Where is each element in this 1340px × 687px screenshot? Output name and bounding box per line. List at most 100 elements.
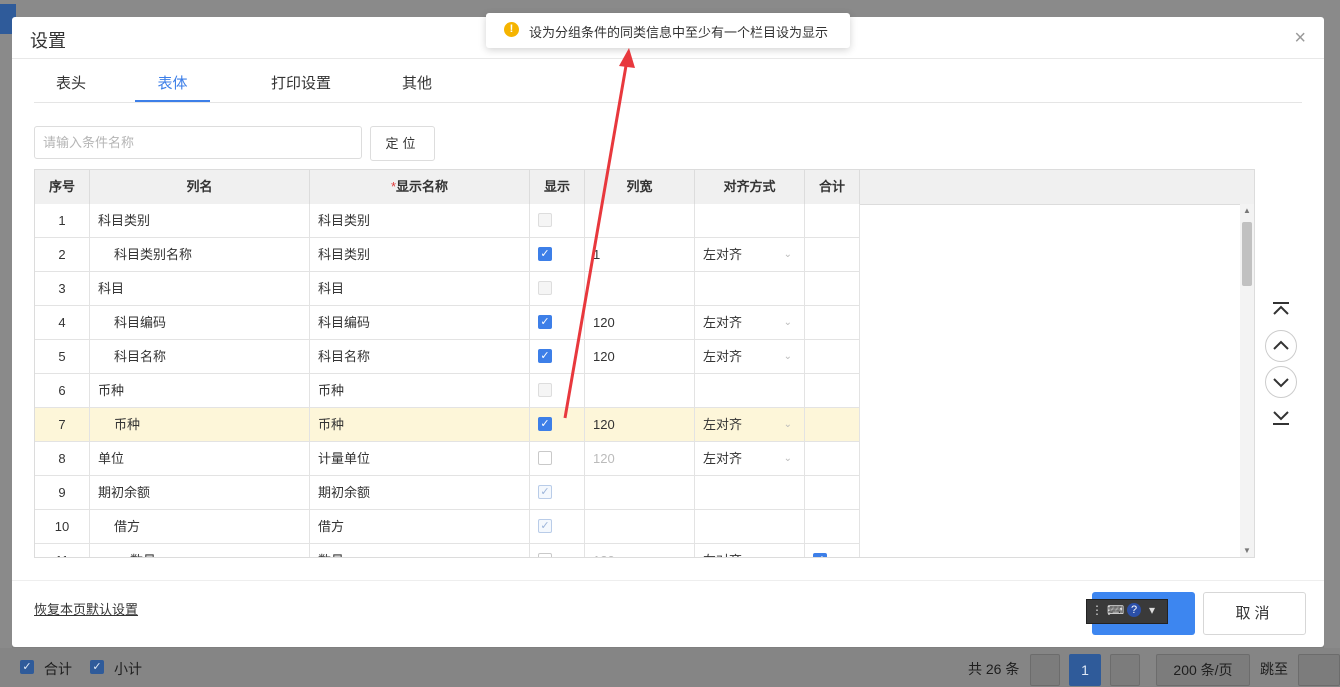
cell-sum	[805, 272, 860, 305]
cell-display-name[interactable]: 科目名称	[310, 340, 530, 373]
cell-align-select[interactable]	[695, 374, 805, 407]
chevron-down-icon: ⌄	[784, 544, 792, 557]
page-number-current[interactable]: 1	[1069, 654, 1101, 686]
cancel-button[interactable]: 取消	[1203, 592, 1306, 635]
help-icon[interactable]: ?	[1127, 603, 1141, 617]
jump-label: 跳至	[1260, 661, 1288, 677]
cell-display-name[interactable]: 币种	[310, 408, 530, 441]
align-value: 左对齐	[703, 451, 743, 466]
restore-defaults-link[interactable]: 恢复本页默认设置	[34, 599, 138, 618]
page-size-select[interactable]: 200 条/页	[1156, 654, 1250, 686]
scroll-down-icon[interactable]: ▼	[1243, 546, 1251, 555]
cell-width[interactable]	[585, 204, 695, 237]
move-up-icon[interactable]	[1265, 330, 1297, 362]
cell-align-select[interactable]	[695, 204, 805, 237]
ime-toolbar[interactable]: ⋮⋮ ⌨ ? ▾	[1086, 599, 1168, 624]
cell-display-name[interactable]: 科目	[310, 272, 530, 305]
table-row[interactable]: 7 币种 币种 ✓ 120 左对齐 ⌄	[35, 408, 860, 442]
cell-align-select[interactable]: 左对齐 ⌄	[695, 544, 805, 557]
table-scrollbar[interactable]: ▲ ▼	[1240, 204, 1254, 557]
table-row[interactable]: 10 借方 借方 ✓	[35, 510, 860, 544]
cell-align-select[interactable]: 左对齐 ⌄	[695, 442, 805, 475]
show-checkbox[interactable]	[538, 383, 552, 397]
search-input[interactable]	[34, 126, 362, 159]
show-checkbox[interactable]: ✓	[538, 247, 552, 261]
table-row[interactable]: 11数量数量120左对齐⌄✓	[35, 544, 860, 557]
cell-width[interactable]	[585, 272, 695, 305]
jump-page-input[interactable]	[1298, 654, 1340, 686]
next-page-button[interactable]	[1110, 654, 1140, 686]
cell-align-select[interactable]: 左对齐 ⌄	[695, 340, 805, 373]
cell-align-select[interactable]	[695, 476, 805, 509]
prev-page-button[interactable]	[1030, 654, 1060, 686]
move-to-bottom-icon[interactable]	[1265, 402, 1297, 434]
keyboard-icon[interactable]: ⌨	[1107, 603, 1124, 617]
locate-button[interactable]: 定位	[370, 126, 435, 161]
cell-width[interactable]: 120	[585, 340, 695, 373]
show-checkbox[interactable]	[538, 451, 552, 465]
tab-body[interactable]: 表体	[135, 67, 210, 102]
cell-show	[530, 272, 585, 305]
table-row[interactable]: 9 期初余额 期初余额 ✓	[35, 476, 860, 510]
cell-seq: 6	[35, 374, 90, 407]
move-down-icon[interactable]	[1265, 366, 1297, 398]
table-row[interactable]: 5 科目名称 科目名称 ✓ 120 左对齐 ⌄	[35, 340, 860, 374]
show-checkbox[interactable]: ✓	[538, 315, 552, 329]
cell-align-select[interactable]	[695, 272, 805, 305]
scrollbar-thumb[interactable]	[1242, 222, 1252, 286]
show-checkbox[interactable]	[538, 213, 552, 227]
cell-display-name[interactable]: 科目类别	[310, 204, 530, 237]
cell-seq: 11	[35, 544, 90, 557]
cell-width[interactable]: 120	[585, 306, 695, 339]
show-checkbox[interactable]	[538, 281, 552, 295]
table-row[interactable]: 4 科目编码 科目编码 ✓ 120 左对齐 ⌄	[35, 306, 860, 340]
tab-print-settings[interactable]: 打印设置	[254, 67, 348, 101]
cell-width[interactable]: 1	[585, 238, 695, 271]
cell-seq: 8	[35, 442, 90, 475]
table-row[interactable]: 8 单位 计量单位 120 左对齐 ⌄	[35, 442, 860, 476]
scroll-up-icon[interactable]: ▲	[1243, 206, 1251, 215]
cell-align-select[interactable]: 左对齐 ⌄	[695, 306, 805, 339]
table-row[interactable]: 3 科目 科目	[35, 272, 860, 306]
close-icon[interactable]: ×	[1294, 27, 1306, 50]
cell-width[interactable]	[585, 510, 695, 543]
table-row[interactable]: 1 科目类别 科目类别	[35, 204, 860, 238]
cell-show: ✓	[530, 340, 585, 373]
cell-display-name[interactable]: 借方	[310, 510, 530, 543]
move-to-top-icon[interactable]	[1265, 294, 1297, 326]
show-checkbox[interactable]: ✓	[538, 417, 552, 431]
table-row[interactable]: 6 币种 币种	[35, 374, 860, 408]
cell-display-name[interactable]: 科目类别	[310, 238, 530, 271]
tab-header[interactable]: 表头	[34, 67, 108, 101]
tab-bar: 表头 表体 打印设置 其他	[34, 67, 1302, 103]
show-checkbox[interactable]: ✓	[538, 485, 552, 499]
cell-display-name[interactable]: 币种	[310, 374, 530, 407]
subtotal-checkbox[interactable]: ✓	[90, 660, 104, 674]
tab-other[interactable]: 其他	[381, 67, 453, 101]
warning-icon: !	[504, 22, 519, 37]
show-checkbox[interactable]	[538, 553, 552, 557]
cell-display-name[interactable]: 计量单位	[310, 442, 530, 475]
cell-width[interactable]	[585, 476, 695, 509]
sum-checkbox[interactable]: ✓	[20, 660, 34, 674]
show-checkbox[interactable]: ✓	[538, 349, 552, 363]
cell-display-name[interactable]: 期初余额	[310, 476, 530, 509]
cell-seq: 10	[35, 510, 90, 543]
cell-column-name: 借方	[90, 510, 310, 543]
cell-align-select[interactable]: 左对齐 ⌄	[695, 408, 805, 441]
show-checkbox[interactable]: ✓	[538, 519, 552, 533]
sum-checkbox[interactable]: ✓	[813, 553, 827, 557]
cell-align-select[interactable]	[695, 510, 805, 543]
ime-menu-icon[interactable]: ▾	[1149, 603, 1155, 617]
cell-display-name[interactable]: 科目编码	[310, 306, 530, 339]
cell-width[interactable]: 120	[585, 442, 695, 475]
cell-width[interactable]	[585, 374, 695, 407]
cell-display-name[interactable]: 数量	[310, 544, 530, 557]
cell-show	[530, 204, 585, 237]
table-row[interactable]: 2 科目类别名称 科目类别 ✓ 1 左对齐 ⌄	[35, 238, 860, 272]
cell-align-select[interactable]: 左对齐 ⌄	[695, 238, 805, 271]
cell-width[interactable]: 120	[585, 544, 695, 557]
sum-checkbox-label: 合计	[44, 661, 72, 677]
cell-width[interactable]: 120	[585, 408, 695, 441]
cell-seq: 2	[35, 238, 90, 271]
